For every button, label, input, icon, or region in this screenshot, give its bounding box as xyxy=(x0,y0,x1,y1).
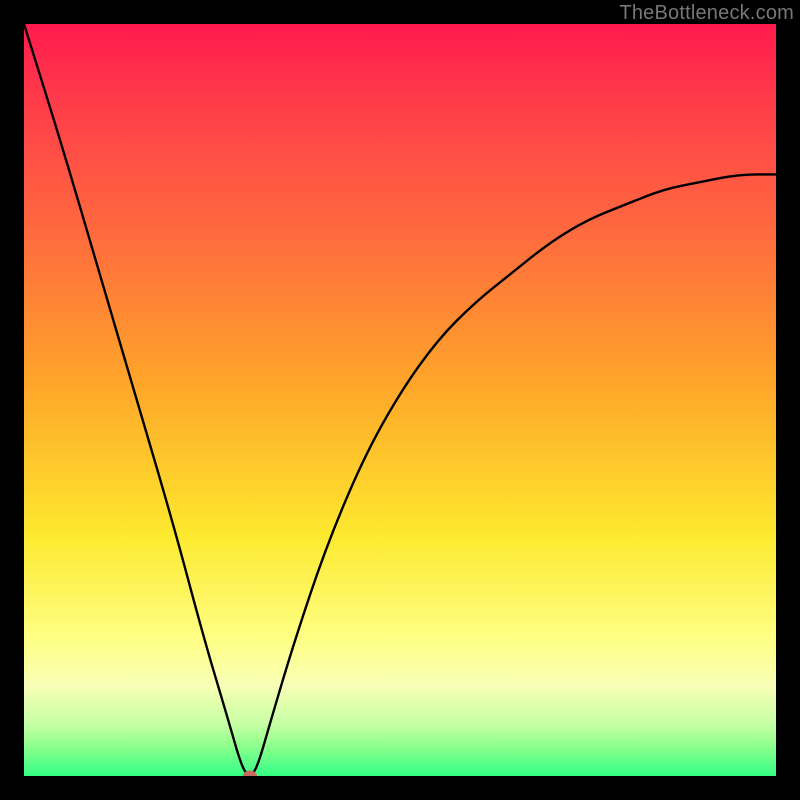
watermark-text: TheBottleneck.com xyxy=(619,2,794,25)
plot-area xyxy=(24,24,776,776)
bottleneck-curve xyxy=(24,24,776,776)
chart-frame: TheBottleneck.com xyxy=(0,0,800,800)
curve-path xyxy=(24,24,776,774)
optimum-marker xyxy=(243,771,257,777)
